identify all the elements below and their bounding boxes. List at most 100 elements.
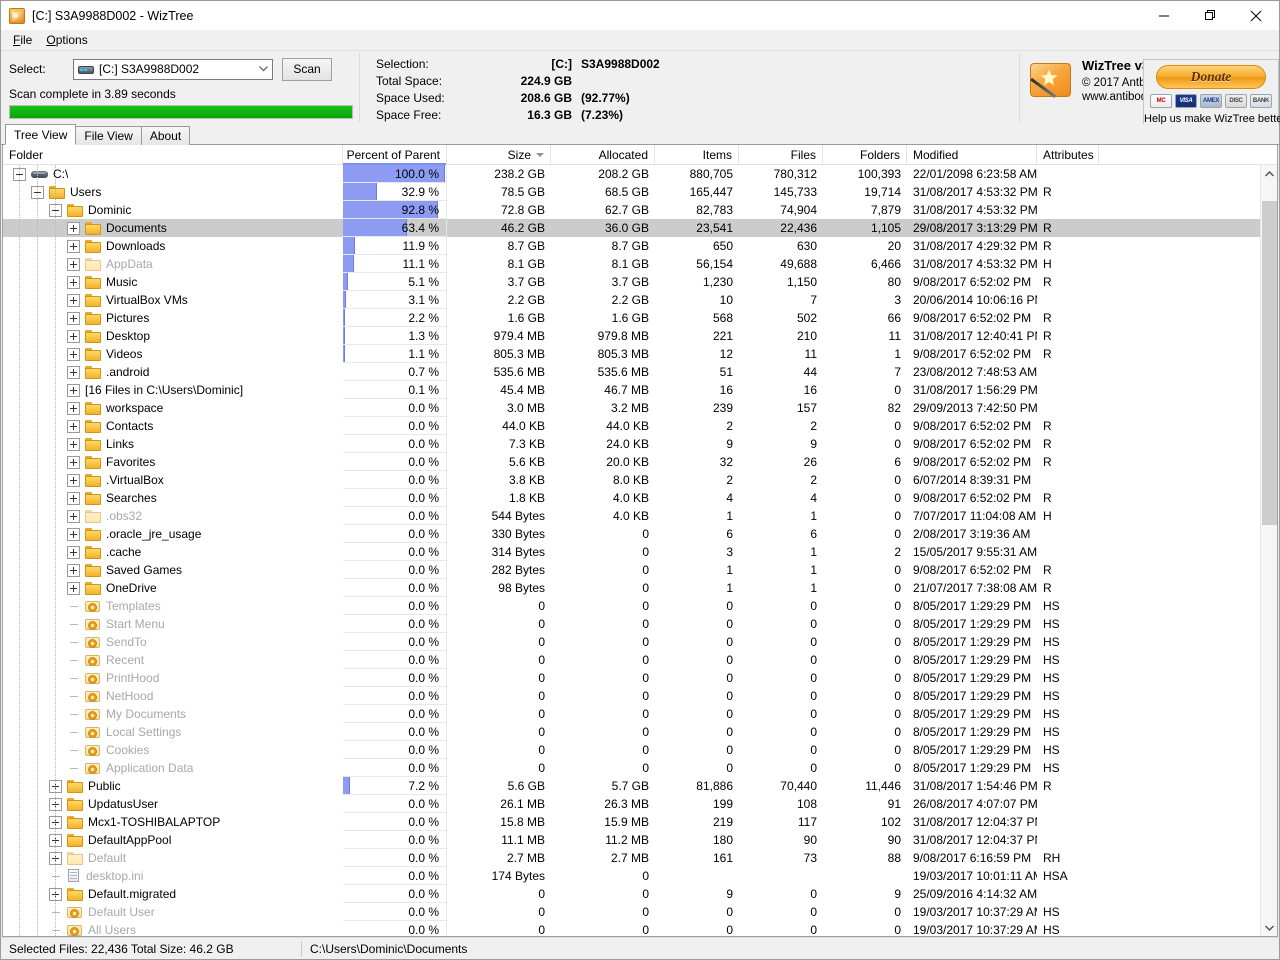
folder-cell[interactable]: AppData — [3, 255, 343, 273]
column-header-folders[interactable]: Folders — [823, 145, 907, 165]
table-row[interactable]: PrintHood0.0 %000008/05/2017 1:29:29 PMH… — [3, 669, 1277, 687]
folder-cell[interactable]: C:\ — [3, 165, 343, 183]
folder-cell[interactable]: desktop.ini — [3, 867, 343, 885]
table-row[interactable]: Desktop1.3 %979.4 MB979.8 MB2212101131/0… — [3, 327, 1277, 345]
folder-cell[interactable]: OneDrive — [3, 579, 343, 597]
table-row[interactable]: desktop.ini0.0 %174 Bytes019/03/2017 10:… — [3, 867, 1277, 885]
column-header-files[interactable]: Files — [739, 145, 823, 165]
table-row[interactable]: Documents63.4 %46.2 GB36.0 GB23,54122,43… — [3, 219, 1277, 237]
column-header-modified[interactable]: Modified — [907, 145, 1037, 165]
table-row[interactable]: Default.migrated0.0 %0090925/09/2016 4:1… — [3, 885, 1277, 903]
expand-icon[interactable] — [67, 384, 80, 397]
folder-cell[interactable]: My Documents — [3, 705, 343, 723]
folder-cell[interactable]: Links — [3, 435, 343, 453]
expand-icon[interactable] — [67, 294, 80, 307]
table-row[interactable]: All Users0.0 %0000019/03/2017 10:37:29 A… — [3, 921, 1277, 936]
table-row[interactable]: .oracle_jre_usage0.0 %330 Bytes06602/08/… — [3, 525, 1277, 543]
table-row[interactable]: NetHood0.0 %000008/05/2017 1:29:29 PMHS — [3, 687, 1277, 705]
expand-icon[interactable] — [67, 330, 80, 343]
folder-cell[interactable]: Contacts — [3, 417, 343, 435]
tab-file-view[interactable]: File View — [75, 126, 141, 145]
scrollbar-thumb[interactable] — [1262, 201, 1277, 525]
minimize-button[interactable] — [1141, 1, 1187, 30]
expand-icon[interactable] — [67, 276, 80, 289]
folder-cell[interactable]: .obs32 — [3, 507, 343, 525]
column-header-percent-of-parent[interactable]: Percent of Parent — [343, 145, 447, 165]
table-row[interactable]: My Documents0.0 %000008/05/2017 1:29:29 … — [3, 705, 1277, 723]
table-row[interactable]: Contacts0.0 %44.0 KB44.0 KB2209/08/2017 … — [3, 417, 1277, 435]
scan-button[interactable]: Scan — [282, 58, 332, 81]
folder-cell[interactable]: Searches — [3, 489, 343, 507]
expand-icon[interactable] — [67, 258, 80, 271]
folder-cell[interactable]: .cache — [3, 543, 343, 561]
table-row[interactable]: Downloads11.9 %8.7 GB8.7 GB6506302031/08… — [3, 237, 1277, 255]
vertical-scrollbar[interactable] — [1260, 165, 1277, 936]
table-row[interactable]: Default0.0 %2.7 MB2.7 MB16173889/08/2017… — [3, 849, 1277, 867]
table-row[interactable]: workspace0.0 %3.0 MB3.2 MB2391578229/09/… — [3, 399, 1277, 417]
table-row[interactable]: Start Menu0.0 %000008/05/2017 1:29:29 PM… — [3, 615, 1277, 633]
folder-cell[interactable]: .oracle_jre_usage — [3, 525, 343, 543]
expand-icon[interactable] — [67, 492, 80, 505]
table-row[interactable]: SendTo0.0 %000008/05/2017 1:29:29 PMHS — [3, 633, 1277, 651]
expand-icon[interactable] — [67, 528, 80, 541]
folder-cell[interactable]: Cookies — [3, 741, 343, 759]
folder-cell[interactable]: Default.migrated — [3, 885, 343, 903]
scroll-down-arrow[interactable] — [1261, 919, 1277, 936]
folder-cell[interactable]: Default — [3, 849, 343, 867]
folder-cell[interactable]: Recent — [3, 651, 343, 669]
table-row[interactable]: Videos1.1 %805.3 MB805.3 MB121119/08/201… — [3, 345, 1277, 363]
scroll-up-arrow[interactable] — [1261, 165, 1277, 182]
folder-cell[interactable]: .VirtualBox — [3, 471, 343, 489]
expand-icon[interactable] — [67, 546, 80, 559]
table-row[interactable]: Application Data0.0 %000008/05/2017 1:29… — [3, 759, 1277, 777]
folder-cell[interactable]: Documents — [3, 219, 343, 237]
table-row[interactable]: Public7.2 %5.6 GB5.7 GB81,88670,44011,44… — [3, 777, 1277, 795]
table-row[interactable]: Saved Games0.0 %282 Bytes01109/08/2017 6… — [3, 561, 1277, 579]
table-row[interactable]: Templates0.0 %000008/05/2017 1:29:29 PMH… — [3, 597, 1277, 615]
table-row[interactable]: Recent0.0 %000008/05/2017 1:29:29 PMHS — [3, 651, 1277, 669]
folder-cell[interactable]: Favorites — [3, 453, 343, 471]
expand-icon[interactable] — [67, 564, 80, 577]
folder-cell[interactable]: Downloads — [3, 237, 343, 255]
table-row[interactable]: Links0.0 %7.3 KB24.0 KB9909/08/2017 6:52… — [3, 435, 1277, 453]
expand-icon[interactable] — [67, 474, 80, 487]
table-row[interactable]: VirtualBox VMs3.1 %2.2 GB2.2 GB107320/06… — [3, 291, 1277, 309]
expand-icon[interactable] — [67, 402, 80, 415]
table-row[interactable]: Favorites0.0 %5.6 KB20.0 KB322669/08/201… — [3, 453, 1277, 471]
column-header-attributes[interactable]: Attributes — [1037, 145, 1099, 165]
table-row[interactable]: AppData11.1 %8.1 GB8.1 GB56,15449,6886,4… — [3, 255, 1277, 273]
table-row[interactable]: Pictures2.2 %1.6 GB1.6 GB568502669/08/20… — [3, 309, 1277, 327]
menu-file[interactable]: File — [8, 31, 41, 49]
folder-cell[interactable]: Saved Games — [3, 561, 343, 579]
expand-icon[interactable] — [67, 348, 80, 361]
folder-cell[interactable]: workspace — [3, 399, 343, 417]
table-row[interactable]: Users32.9 %78.5 GB68.5 GB165,447145,7331… — [3, 183, 1277, 201]
folder-cell[interactable]: DefaultAppPool — [3, 831, 343, 849]
column-header-folder[interactable]: Folder — [3, 145, 343, 165]
folder-cell[interactable]: Application Data — [3, 759, 343, 777]
table-row[interactable]: UpdatusUser0.0 %26.1 MB26.3 MB1991089126… — [3, 795, 1277, 813]
folder-cell[interactable]: Mcx1-TOSHIBALAPTOP — [3, 813, 343, 831]
expand-icon[interactable] — [67, 456, 80, 469]
table-row[interactable]: .android0.7 %535.6 MB535.6 MB5144723/08/… — [3, 363, 1277, 381]
folder-cell[interactable]: VirtualBox VMs — [3, 291, 343, 309]
folder-cell[interactable]: [16 Files in C:\Users\Dominic] — [3, 381, 343, 399]
folder-cell[interactable]: SendTo — [3, 633, 343, 651]
tab-tree-view[interactable]: Tree View — [5, 124, 76, 145]
restore-button[interactable] — [1187, 1, 1233, 30]
folder-cell[interactable]: All Users — [3, 921, 343, 936]
table-row[interactable]: [16 Files in C:\Users\Dominic]0.1 %45.4 … — [3, 381, 1277, 399]
table-row[interactable]: Searches0.0 %1.8 KB4.0 KB4409/08/2017 6:… — [3, 489, 1277, 507]
table-row[interactable]: Local Settings0.0 %000008/05/2017 1:29:2… — [3, 723, 1277, 741]
expand-icon[interactable] — [67, 366, 80, 379]
expand-icon[interactable] — [67, 438, 80, 451]
table-row[interactable]: .obs320.0 %544 Bytes4.0 KB1107/07/2017 1… — [3, 507, 1277, 525]
table-row[interactable]: Dominic92.8 %72.8 GB62.7 GB82,78374,9047… — [3, 201, 1277, 219]
folder-cell[interactable]: Default User — [3, 903, 343, 921]
folder-cell[interactable]: Music — [3, 273, 343, 291]
table-row[interactable]: C:\100.0 %238.2 GB208.2 GB880,705780,312… — [3, 165, 1277, 183]
folder-cell[interactable]: UpdatusUser — [3, 795, 343, 813]
folder-cell[interactable]: NetHood — [3, 687, 343, 705]
folder-cell[interactable]: Start Menu — [3, 615, 343, 633]
table-row[interactable]: Music5.1 %3.7 GB3.7 GB1,2301,150809/08/2… — [3, 273, 1277, 291]
